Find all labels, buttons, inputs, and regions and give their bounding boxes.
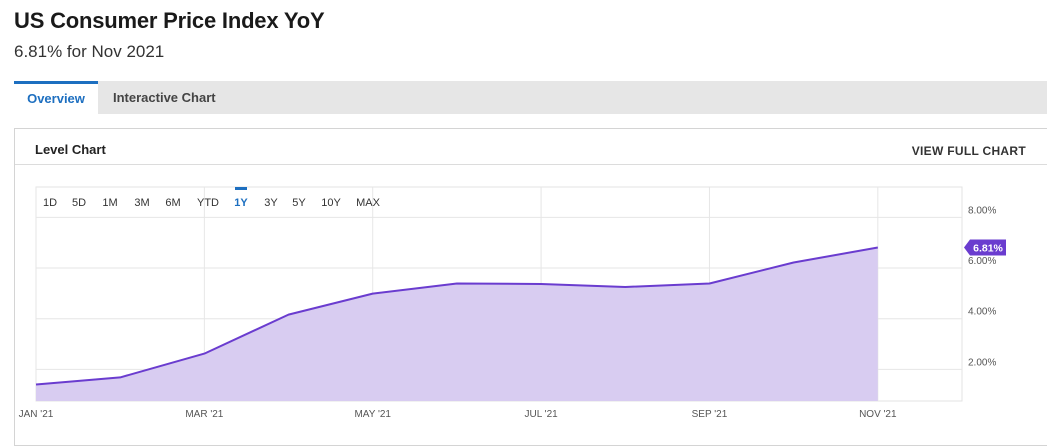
x-tick-label: JAN '21 — [19, 409, 54, 420]
series-area — [36, 247, 878, 401]
range-button-3y[interactable]: 3Y — [264, 197, 278, 209]
range-button-1m[interactable]: 1M — [102, 197, 117, 209]
active-range-indicator — [235, 187, 247, 190]
page-title: US Consumer Price Index YoY — [14, 8, 325, 33]
tab-interactive-chart[interactable]: Interactive Chart — [113, 81, 216, 114]
range-button-1y[interactable]: 1Y — [234, 197, 248, 209]
page-subtitle: 6.81% for Nov 2021 — [14, 42, 165, 61]
x-tick-label: MAR '21 — [185, 409, 223, 420]
range-button-max[interactable]: MAX — [356, 197, 381, 209]
tab-bar: Overview Interactive Chart — [14, 81, 1047, 114]
level-chart-panel: Level Chart VIEW FULL CHART JAN '21 MAR '… — [14, 128, 1047, 446]
x-tick-label: NOV '21 — [859, 409, 897, 420]
range-button-ytd[interactable]: YTD — [197, 197, 219, 209]
y-tick-label: 2.00% — [968, 357, 996, 368]
y-tick-label: 4.00% — [968, 307, 996, 318]
x-tick-label: SEP '21 — [692, 409, 728, 420]
last-value-label: 6.81% — [973, 243, 1003, 255]
range-button-1d[interactable]: 1D — [43, 197, 57, 209]
y-tick-label: 8.00% — [968, 205, 996, 216]
range-button-6m[interactable]: 6M — [165, 197, 180, 209]
y-tick-label: 6.00% — [968, 256, 996, 267]
range-button-5y[interactable]: 5Y — [292, 197, 306, 209]
tab-overview[interactable]: Overview — [14, 81, 98, 114]
cpi-chart: JAN '21 MAR '21 MAY '21 JUL '21 SEP '21 NOV '… — [19, 186, 1006, 420]
range-button-3m[interactable]: 3M — [134, 197, 149, 209]
x-tick-label: MAY '21 — [354, 409, 391, 420]
range-button-10y[interactable]: 10Y — [321, 197, 341, 209]
x-tick-label: JUL '21 — [524, 409, 558, 420]
range-button-5d[interactable]: 5D — [72, 197, 86, 209]
